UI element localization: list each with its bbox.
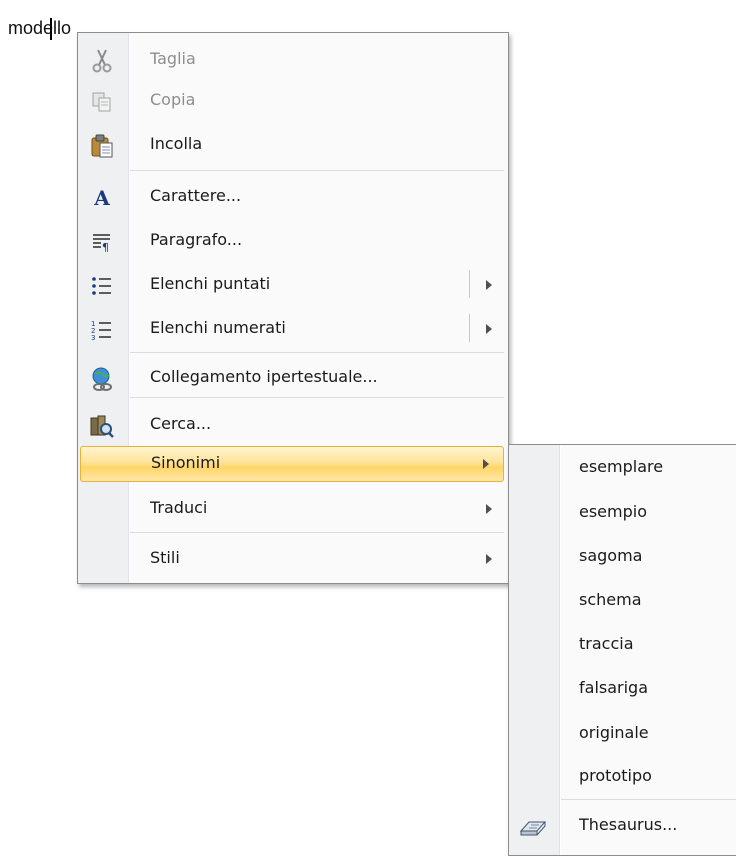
- menu-separator: [130, 397, 504, 398]
- menu-item-label: Incolla: [150, 134, 203, 153]
- synonym-item[interactable]: traccia: [511, 626, 736, 664]
- synonym-item[interactable]: falsariga: [511, 670, 736, 708]
- synonym-item[interactable]: esemplare: [511, 449, 736, 487]
- synonym-label: esemplare: [579, 457, 664, 476]
- synonym-label: falsariga: [579, 678, 649, 697]
- menu-item-label: Elenchi puntati: [150, 274, 271, 293]
- menu-item-cerca[interactable]: Cerca...: [80, 406, 506, 444]
- synonym-label: schema: [579, 590, 642, 609]
- menu-item-taglia[interactable]: Taglia: [80, 41, 506, 79]
- menu-item-paragrafo[interactable]: ¶ Paragrafo...: [80, 222, 506, 260]
- menu-item-label: Paragrafo...: [150, 230, 243, 249]
- synonym-label: prototipo: [579, 766, 652, 785]
- thesaurus-label: Thesaurus...: [579, 815, 678, 834]
- paragraph-icon: ¶: [88, 228, 116, 256]
- menu-item-label: Copia: [150, 90, 196, 109]
- menu-item-elenchi-puntati[interactable]: Elenchi puntati: [80, 266, 506, 304]
- research-icon: [88, 412, 116, 440]
- document-word: modello: [8, 18, 72, 38]
- menu-item-incolla[interactable]: Incolla: [80, 126, 506, 164]
- synonym-label: traccia: [579, 634, 634, 653]
- synonym-label: esempio: [579, 502, 647, 521]
- text-cursor: [50, 18, 52, 40]
- menu-separator: [561, 799, 736, 800]
- menu-separator: [130, 170, 504, 171]
- context-menu: Taglia Copia Incolla A Carattere... ¶ Pa…: [77, 32, 509, 584]
- menu-item-label: Sinonimi: [151, 453, 221, 472]
- menu-item-stili[interactable]: Stili: [80, 540, 506, 578]
- menu-item-label: Taglia: [150, 49, 196, 68]
- numbering-icon: 1 2 3: [88, 316, 116, 344]
- menu-item-label: Carattere...: [150, 186, 242, 205]
- hyperlink-icon: [88, 365, 116, 393]
- synonym-label: sagoma: [579, 546, 643, 565]
- split-divider: [469, 314, 470, 342]
- submenu-arrow-icon: [486, 554, 492, 564]
- menu-separator: [130, 352, 504, 353]
- menu-item-copia[interactable]: Copia: [80, 82, 506, 120]
- submenu-arrow-icon[interactable]: [486, 324, 492, 334]
- synonym-item[interactable]: prototipo: [511, 758, 736, 796]
- menu-item-label: Collegamento ipertestuale...: [150, 367, 378, 386]
- menu-item-elenchi-numerati[interactable]: 1 2 3 Elenchi numerati: [80, 310, 506, 348]
- synonym-label: originale: [579, 723, 649, 742]
- submenu-arrow-icon[interactable]: [486, 280, 492, 290]
- menu-item-label: Traduci: [150, 498, 208, 517]
- menu-item-sinonimi[interactable]: Sinonimi: [80, 446, 504, 482]
- paste-icon: [88, 132, 116, 160]
- synonym-item[interactable]: originale: [511, 715, 736, 753]
- synonym-item[interactable]: schema: [511, 582, 736, 620]
- copy-icon: [88, 88, 116, 116]
- thesaurus-item[interactable]: Thesaurus...: [511, 807, 736, 845]
- submenu-arrow-icon: [486, 504, 492, 514]
- thesaurus-book-icon: [519, 813, 547, 841]
- menu-item-label: Elenchi numerati: [150, 318, 286, 337]
- split-divider: [469, 270, 470, 298]
- scissors-icon: [88, 47, 116, 75]
- menu-item-label: Cerca...: [150, 414, 212, 433]
- menu-separator: [130, 532, 504, 533]
- synonym-item[interactable]: esempio: [511, 494, 736, 532]
- menu-item-collegamento[interactable]: Collegamento ipertestuale...: [80, 359, 506, 397]
- menu-item-traduci[interactable]: Traduci: [80, 490, 506, 528]
- synonyms-submenu: esemplare esempio sagoma schema traccia …: [508, 444, 736, 856]
- svg-text:¶: ¶: [102, 241, 109, 254]
- font-icon: A: [94, 186, 110, 210]
- svg-text:3: 3: [91, 334, 95, 342]
- submenu-arrow-icon: [483, 459, 489, 469]
- menu-item-label: Stili: [150, 548, 180, 567]
- menu-item-carattere[interactable]: A Carattere...: [80, 178, 506, 216]
- bullets-icon: [88, 272, 116, 300]
- synonym-item[interactable]: sagoma: [511, 538, 736, 576]
